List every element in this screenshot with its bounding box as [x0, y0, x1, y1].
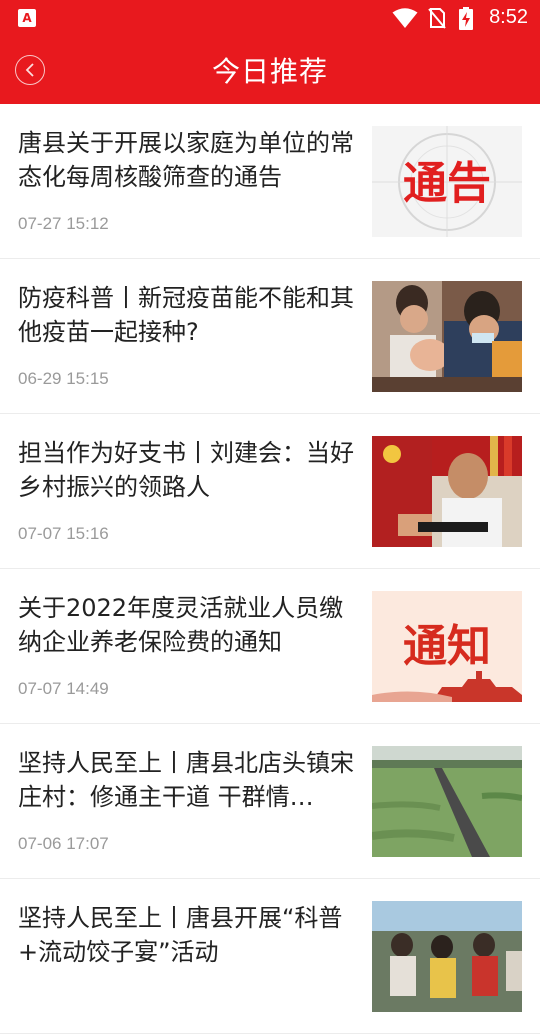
- news-thumbnail: [372, 901, 522, 1012]
- no-sim-icon: [428, 8, 446, 29]
- news-item[interactable]: 坚持人民至上丨唐县北店头镇宋庄村：修通主干道 干群情… 07-06 17:07: [0, 724, 540, 879]
- news-thumbnail: [372, 746, 522, 857]
- news-date: 07-06 17:07: [18, 834, 109, 853]
- thumb-text: 通知: [403, 621, 491, 672]
- news-thumbnail: 通知: [372, 591, 522, 702]
- battery-charging-icon: [459, 7, 473, 30]
- page-title: 今日推荐: [211, 55, 328, 88]
- news-title: 坚持人民至上丨唐县开展“科普+流动饺子宴”活动: [18, 904, 343, 966]
- news-item[interactable]: 防疫科普丨新冠疫苗能不能和其他疫苗一起接种? 06-29 15:15: [0, 259, 540, 414]
- news-date: 07-07 15:16: [18, 524, 109, 543]
- news-date: 07-07 14:49: [18, 679, 109, 698]
- status-bar: A 8:52: [0, 0, 540, 36]
- news-item[interactable]: 担当作为好支书丨刘建会：当好乡村振兴的领路人 07-07 15:16: [0, 414, 540, 569]
- news-thumbnail: [372, 436, 522, 547]
- news-item[interactable]: 坚持人民至上丨唐县开展“科普+流动饺子宴”活动: [0, 879, 540, 1034]
- news-item[interactable]: 关于2022年度灵活就业人员缴纳企业养老保险费的通知 07-07 14:49 通…: [0, 569, 540, 724]
- news-title: 关于2022年度灵活就业人员缴纳企业养老保险费的通知: [18, 594, 344, 656]
- news-title: 坚持人民至上丨唐县北店头镇宋庄村：修通主干道 干群情…: [18, 749, 354, 811]
- news-item[interactable]: 唐县关于开展以家庭为单位的常态化每周核酸筛查的通告 07-27 15:12 通告: [0, 104, 540, 259]
- clock: 8:52: [489, 6, 528, 28]
- news-thumbnail: 通告: [372, 126, 522, 237]
- thumb-text: 通告: [403, 158, 491, 209]
- news-feed: 唐县关于开展以家庭为单位的常态化每周核酸筛查的通告 07-27 15:12 通告…: [0, 104, 540, 1034]
- app-bar: 今日推荐: [0, 36, 540, 104]
- news-date: 06-29 15:15: [18, 369, 109, 388]
- app-notification-icon: A: [18, 9, 36, 27]
- wifi-icon: [392, 8, 418, 28]
- news-title: 防疫科普丨新冠疫苗能不能和其他疫苗一起接种?: [18, 284, 354, 346]
- news-date: 07-27 15:12: [18, 214, 109, 233]
- news-title: 唐县关于开展以家庭为单位的常态化每周核酸筛查的通告: [18, 129, 354, 191]
- news-title: 担当作为好支书丨刘建会：当好乡村振兴的领路人: [18, 439, 354, 501]
- news-thumbnail: [372, 281, 522, 392]
